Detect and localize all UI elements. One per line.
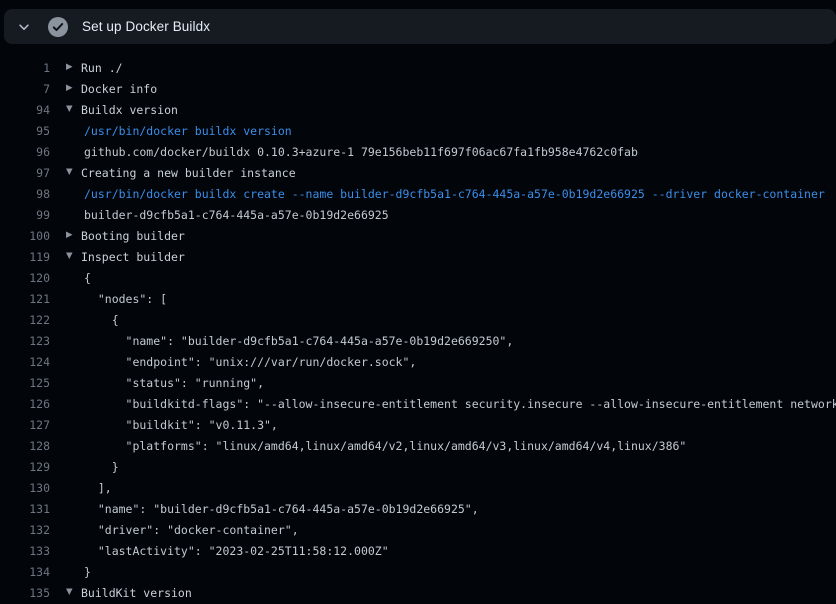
line-number[interactable]: 100 — [0, 229, 50, 243]
log-line: 127 "buildkit": "v0.11.3", — [0, 414, 836, 435]
line-number[interactable]: 135 — [0, 586, 50, 600]
log-line: 1 ▶ Run ./ — [0, 57, 836, 78]
line-number[interactable]: 128 — [0, 439, 50, 453]
log-output-text: "driver": "docker-container", — [84, 523, 299, 537]
log-line: 130 ], — [0, 477, 836, 498]
log-command-text: /usr/bin/docker buildx create --name bui… — [84, 187, 825, 201]
line-number[interactable]: 125 — [0, 376, 50, 390]
log-line: 134} — [0, 561, 836, 582]
triangle-down-icon[interactable]: ▼ — [66, 588, 75, 597]
line-number[interactable]: 99 — [0, 208, 50, 222]
triangle-down-icon[interactable]: ▼ — [66, 168, 75, 177]
log-output-text: "endpoint": "unix:///var/run/docker.sock… — [84, 355, 416, 369]
triangle-down-icon[interactable]: ▼ — [66, 105, 75, 114]
line-number[interactable]: 120 — [0, 271, 50, 285]
line-number[interactable]: 96 — [0, 145, 50, 159]
log-line: 98/usr/bin/docker buildx create --name b… — [0, 183, 836, 204]
log-line: 126 "buildkitd-flags": "--allow-insecure… — [0, 393, 836, 414]
line-number[interactable]: 94 — [0, 103, 50, 117]
line-number[interactable]: 123 — [0, 334, 50, 348]
line-number[interactable]: 121 — [0, 292, 50, 306]
log-line: 122 { — [0, 309, 836, 330]
log-line: 128 "platforms": "linux/amd64,linux/amd6… — [0, 435, 836, 456]
line-number[interactable]: 126 — [0, 397, 50, 411]
triangle-right-icon[interactable]: ▶ — [66, 63, 75, 72]
log-group-title[interactable]: Inspect builder — [81, 250, 185, 264]
log-line: 123 "name": "builder-d9cfb5a1-c764-445a-… — [0, 330, 836, 351]
triangle-down-icon[interactable]: ▼ — [66, 252, 75, 261]
check-circle-icon — [48, 17, 68, 37]
actions-log-viewer: Set up Docker Buildx 1 ▶ Run ./ 7 ▶ Docker in… — [0, 0, 836, 604]
log-group-title[interactable]: Booting builder — [81, 229, 185, 243]
log-output-text: "status": "running", — [84, 376, 264, 390]
log-output-text: "lastActivity": "2023-02-25T11:58:12.000… — [84, 544, 389, 558]
log-line: 124 "endpoint": "unix:///var/run/docker.… — [0, 351, 836, 372]
log-line: 119 ▼ Inspect builder — [0, 246, 836, 267]
line-number[interactable]: 122 — [0, 313, 50, 327]
log-output-text: "buildkitd-flags": "--allow-insecure-ent… — [84, 397, 836, 411]
log-line: 99 builder-d9cfb5a1-c764-445a-a57e-0b19d2… — [0, 204, 836, 225]
log-output-text: builder-d9cfb5a1-c764-445a-a57e-0b19d2e6… — [84, 208, 389, 222]
line-number[interactable]: 119 — [0, 250, 50, 264]
log-line: 100 ▶ Booting builder — [0, 225, 836, 246]
line-number[interactable]: 98 — [0, 187, 50, 201]
chevron-down-icon[interactable] — [16, 19, 32, 35]
line-number[interactable]: 130 — [0, 481, 50, 495]
line-number[interactable]: 1 — [0, 61, 50, 75]
log-output-text: "buildkit": "v0.11.3", — [84, 418, 278, 432]
log-group-title[interactable]: Docker info — [81, 82, 157, 96]
log-group-title[interactable]: Creating a new builder instance — [81, 166, 296, 180]
line-number[interactable]: 134 — [0, 565, 50, 579]
log-output-text: "platforms": "linux/amd64,linux/amd64/v2… — [84, 439, 686, 453]
log-line: 97 ▼ Creating a new builder instance — [0, 162, 836, 183]
log-output-text: github.com/docker/buildx 0.10.3+azure-1 … — [84, 145, 638, 159]
log-area: 1 ▶ Run ./ 7 ▶ Docker info 94 ▼ Buildx version 95… — [0, 57, 836, 604]
log-group-title[interactable]: Run ./ — [81, 61, 123, 75]
line-number[interactable]: 95 — [0, 124, 50, 138]
line-number[interactable]: 124 — [0, 355, 50, 369]
line-number[interactable]: 131 — [0, 502, 50, 516]
log-output-text: "name": "builder-d9cfb5a1-c764-445a-a57e… — [84, 502, 479, 516]
log-line: 132 "driver": "docker-container", — [0, 519, 836, 540]
log-line: 120 { — [0, 267, 836, 288]
log-line: 94 ▼ Buildx version — [0, 99, 836, 120]
line-number[interactable]: 133 — [0, 544, 50, 558]
log-output-text: "name": "builder-d9cfb5a1-c764-445a-a57e… — [84, 334, 513, 348]
step-title: Set up Docker Buildx — [82, 19, 210, 34]
log-line: 121 "nodes": [ — [0, 288, 836, 309]
log-output-text: "nodes": [ — [84, 292, 167, 306]
log-line: 95/usr/bin/docker buildx version — [0, 120, 836, 141]
log-output-text: { — [84, 271, 91, 285]
log-line: 7 ▶ Docker info — [0, 78, 836, 99]
line-number[interactable]: 97 — [0, 166, 50, 180]
log-line: 133 "lastActivity": "2023-02-25T11:58:12… — [0, 540, 836, 561]
step-header[interactable]: Set up Docker Buildx — [4, 9, 836, 44]
log-output-text: } — [84, 460, 119, 474]
log-output-text: } — [84, 565, 91, 579]
log-output-text: ], — [84, 481, 112, 495]
log-output-text: { — [84, 313, 119, 327]
log-line: 135 ▼ BuildKit version — [0, 582, 836, 603]
log-line: 96 github.com/docker/buildx 0.10.3+azure-… — [0, 141, 836, 162]
log-line: 131 "name": "builder-d9cfb5a1-c764-445a-… — [0, 498, 836, 519]
log-line: 125 "status": "running", — [0, 372, 836, 393]
log-command-text: /usr/bin/docker buildx version — [84, 124, 292, 138]
log-group-title[interactable]: Buildx version — [81, 103, 178, 117]
line-number[interactable]: 7 — [0, 82, 50, 96]
log-group-title[interactable]: BuildKit version — [81, 586, 192, 600]
triangle-right-icon[interactable]: ▶ — [66, 84, 75, 93]
line-number[interactable]: 129 — [0, 460, 50, 474]
triangle-right-icon[interactable]: ▶ — [66, 231, 75, 240]
log-line: 129 } — [0, 456, 836, 477]
line-number[interactable]: 132 — [0, 523, 50, 537]
line-number[interactable]: 127 — [0, 418, 50, 432]
